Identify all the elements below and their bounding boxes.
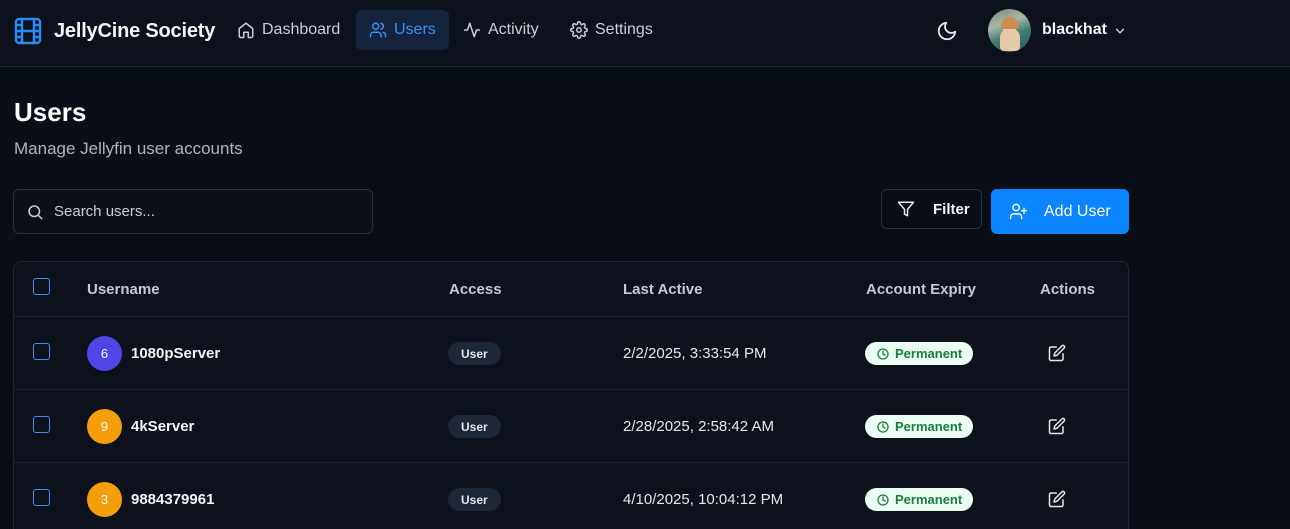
edit-icon[interactable]	[1048, 417, 1066, 435]
expiry-badge: Permanent	[865, 415, 974, 438]
column-access[interactable]: Access	[449, 281, 502, 298]
edit-icon[interactable]	[1048, 490, 1066, 508]
search-icon	[28, 205, 43, 220]
nav-activity-label: Activity	[488, 21, 539, 38]
users-table: Username Access Last Active Account Expi…	[13, 261, 1129, 529]
avatar: 6	[87, 336, 122, 371]
username-cell: 4kServer	[131, 418, 195, 435]
add-user-button[interactable]: Add User	[991, 189, 1129, 234]
page-title: Users	[14, 97, 87, 127]
search-input[interactable]	[54, 190, 364, 233]
expiry-badge: Permanent	[865, 342, 974, 365]
nav-settings[interactable]: Settings	[557, 10, 666, 50]
table-row[interactable]: 9 4kServer User 2/28/2025, 2:58:42 AM Pe…	[14, 390, 1128, 463]
edit-icon[interactable]	[1048, 344, 1066, 362]
brand[interactable]: JellyCine Society	[14, 16, 215, 46]
nav-dashboard-label: Dashboard	[262, 21, 341, 38]
username-cell: 1080pServer	[131, 345, 221, 362]
row-checkbox[interactable]	[33, 343, 50, 360]
column-actions: Actions	[1040, 281, 1096, 298]
column-account-expiry[interactable]: Account Expiry	[866, 281, 976, 298]
clock-icon	[877, 347, 889, 360]
nav-settings-label: Settings	[595, 21, 653, 38]
access-badge: User	[448, 488, 501, 511]
activity-icon	[463, 22, 481, 38]
table-row[interactable]: 6 1080pServer User 2/2/2025, 3:33:54 PM …	[14, 317, 1128, 390]
select-all-checkbox[interactable]	[33, 278, 50, 295]
last-active-cell: 4/10/2025, 10:04:12 PM	[623, 491, 784, 508]
clock-icon	[877, 493, 889, 506]
home-icon	[238, 22, 254, 39]
gear-icon	[570, 21, 588, 39]
page-subtitle: Manage Jellyfin user accounts	[14, 139, 243, 158]
avatar: 9	[87, 409, 122, 444]
filter-icon	[897, 201, 915, 217]
users-icon	[369, 22, 387, 38]
table-header: Username Access Last Active Account Expi…	[14, 262, 1128, 317]
column-username[interactable]: Username	[87, 281, 160, 298]
chevron-down-icon[interactable]	[1113, 24, 1127, 38]
film-icon	[14, 17, 42, 45]
user-avatar[interactable]	[988, 9, 1031, 52]
nav-users[interactable]: Users	[356, 10, 449, 50]
avatar: 3	[87, 482, 122, 517]
table-row[interactable]: 3 9884379961 User 4/10/2025, 10:04:12 PM…	[14, 463, 1128, 529]
brand-name: JellyCine Society	[54, 19, 216, 42]
access-badge: User	[448, 342, 501, 365]
current-username[interactable]: blackhat	[1042, 21, 1107, 39]
row-checkbox[interactable]	[33, 416, 50, 433]
top-navbar: JellyCine Society Dashboard Users Activi…	[0, 0, 1290, 67]
last-active-cell: 2/2/2025, 3:33:54 PM	[623, 345, 767, 362]
expiry-label: Permanent	[895, 492, 963, 507]
column-last-active[interactable]: Last Active	[623, 281, 702, 298]
expiry-label: Permanent	[895, 346, 963, 361]
expiry-badge: Permanent	[865, 488, 974, 511]
filter-button-label: Filter	[933, 200, 970, 218]
filter-button[interactable]: Filter	[881, 189, 982, 229]
row-checkbox[interactable]	[33, 489, 50, 506]
search-box	[13, 189, 373, 234]
clock-icon	[877, 420, 889, 433]
username-cell: 9884379961	[131, 491, 215, 508]
access-badge: User	[448, 415, 501, 438]
add-user-button-label: Add User	[1044, 202, 1111, 220]
nav-dashboard[interactable]: Dashboard	[224, 10, 353, 50]
nav-users-label: Users	[394, 21, 436, 38]
user-plus-icon	[1009, 203, 1028, 220]
moon-icon[interactable]	[936, 20, 958, 42]
expiry-label: Permanent	[895, 419, 963, 434]
last-active-cell: 2/28/2025, 2:58:42 AM	[623, 418, 774, 435]
nav-activity[interactable]: Activity	[450, 10, 552, 50]
